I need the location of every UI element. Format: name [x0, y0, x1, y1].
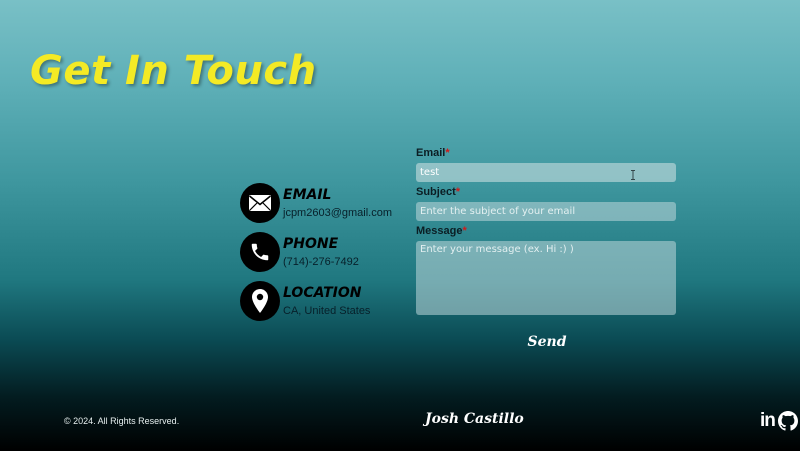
social-links: in: [760, 411, 798, 431]
contact-value: (714)-276-7492: [283, 256, 359, 268]
copyright-text: © 2024. All Rights Reserved.: [64, 416, 180, 426]
contact-value: jcpm2603@gmail.com: [283, 207, 392, 219]
phone-icon: [240, 232, 280, 272]
subject-field-label: Subject*: [416, 186, 461, 198]
page-title: Get In Touch: [30, 48, 317, 94]
contact-list: EMAIL jcpm2603@gmail.com PHONE (714)-276…: [240, 183, 410, 330]
contact-label: LOCATION: [283, 285, 362, 301]
email-field[interactable]: [416, 163, 676, 182]
contact-item-phone: PHONE (714)-276-7492: [240, 232, 410, 281]
linkedin-icon[interactable]: in: [760, 411, 776, 431]
location-pin-icon: [240, 281, 280, 321]
required-mark: *: [462, 225, 467, 237]
footer-name: Josh Castillo: [425, 411, 524, 427]
github-icon[interactable]: [777, 411, 798, 431]
required-mark: *: [455, 186, 461, 198]
email-field-label: Email*: [416, 147, 450, 159]
message-field-label: Message*: [416, 225, 467, 237]
contact-item-email: EMAIL jcpm2603@gmail.com: [240, 183, 410, 232]
send-button[interactable]: Send: [514, 331, 580, 353]
text-cursor-icon: [631, 170, 635, 180]
contact-label: PHONE: [283, 236, 339, 252]
subject-field[interactable]: [416, 202, 676, 221]
contact-form: Email* Subject* Message*: [416, 146, 676, 315]
contact-value: CA, United States: [283, 305, 371, 317]
required-mark: *: [445, 147, 450, 159]
message-field[interactable]: [416, 241, 676, 315]
contact-label: EMAIL: [283, 187, 332, 203]
envelope-icon: [240, 183, 280, 223]
contact-item-location: LOCATION CA, United States: [240, 281, 410, 330]
